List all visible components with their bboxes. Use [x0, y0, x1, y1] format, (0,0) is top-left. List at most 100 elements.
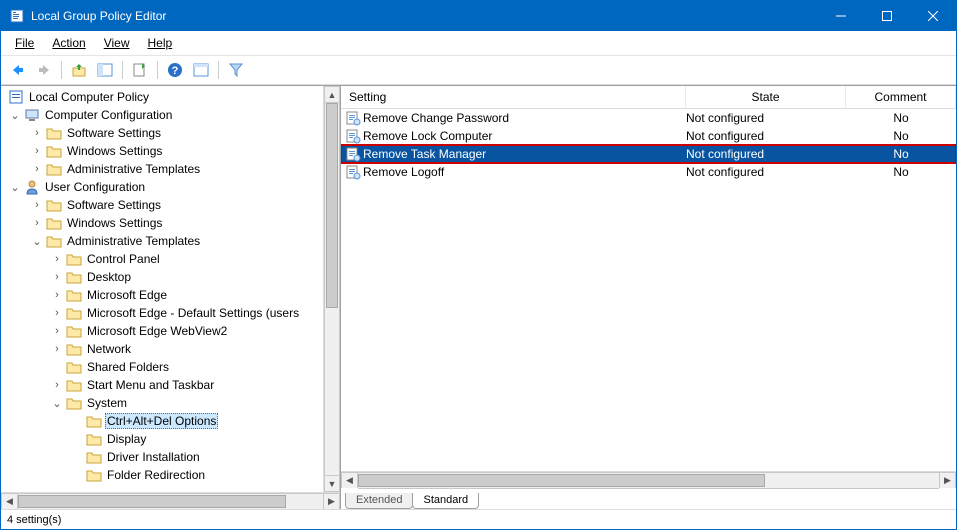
- tree-root[interactable]: Local Computer Policy: [1, 88, 323, 106]
- tree-label: Control Panel: [85, 252, 162, 266]
- tree-cc-software[interactable]: ›Software Settings: [1, 124, 323, 142]
- scroll-down-button[interactable]: ▼: [324, 475, 340, 492]
- scroll-thumb[interactable]: [358, 474, 765, 487]
- tree-horizontal-scrollbar[interactable]: ◀ ▶: [1, 492, 340, 509]
- expand-icon[interactable]: ›: [31, 145, 43, 157]
- list-row[interactable]: Remove Task ManagerNot configuredNo: [341, 145, 956, 163]
- tree-pane: Local Computer Policy ⌄ Computer Configu…: [1, 86, 341, 509]
- tree-label: Microsoft Edge: [85, 288, 169, 302]
- folder-icon: [66, 269, 82, 285]
- expand-icon[interactable]: ›: [31, 199, 43, 211]
- tree-system[interactable]: ⌄ System: [1, 394, 323, 412]
- toolbar-separator: [157, 61, 158, 79]
- filter-button[interactable]: [225, 59, 247, 81]
- list-row[interactable]: Remove Change PasswordNot configuredNo: [341, 109, 956, 127]
- scroll-track[interactable]: [324, 103, 340, 475]
- scroll-left-button[interactable]: ◀: [1, 493, 18, 510]
- tree-edge-default[interactable]: › Microsoft Edge - Default Settings (user…: [1, 304, 323, 322]
- list-body[interactable]: Remove Change PasswordNot configuredNoRe…: [341, 109, 956, 471]
- folder-icon: [86, 431, 102, 447]
- tree-network[interactable]: ›Network: [1, 340, 323, 358]
- properties-button[interactable]: [190, 59, 212, 81]
- tree-view[interactable]: Local Computer Policy ⌄ Computer Configu…: [1, 86, 323, 492]
- list-row[interactable]: Remove LogoffNot configuredNo: [341, 163, 956, 181]
- tree-uc-windows[interactable]: ›Windows Settings: [1, 214, 323, 232]
- menu-action[interactable]: Action: [44, 33, 93, 53]
- scroll-track[interactable]: [18, 493, 323, 510]
- folder-icon: [46, 125, 62, 141]
- scroll-left-button[interactable]: ◀: [341, 472, 358, 489]
- scroll-right-button[interactable]: ▶: [939, 472, 956, 489]
- expand-icon[interactable]: ›: [31, 217, 43, 229]
- setting-comment: No: [846, 147, 956, 161]
- tree-folder-redir[interactable]: Folder Redirection: [1, 466, 323, 484]
- tree-driver-install[interactable]: Driver Installation: [1, 448, 323, 466]
- status-text: 4 setting(s): [7, 514, 61, 526]
- window-title: Local Group Policy Editor: [31, 9, 818, 23]
- up-button[interactable]: [68, 59, 90, 81]
- tree-computer-config[interactable]: ⌄ Computer Configuration: [1, 106, 323, 124]
- setting-state: Not configured: [686, 129, 846, 143]
- tab-extended[interactable]: Extended: [345, 493, 413, 509]
- back-button[interactable]: [7, 59, 29, 81]
- menu-help[interactable]: Help: [140, 33, 181, 53]
- expand-icon[interactable]: ›: [51, 271, 63, 283]
- tree-uc-admin[interactable]: ⌄Administrative Templates: [1, 232, 323, 250]
- setting-name: Remove Logoff: [363, 165, 444, 179]
- expand-icon[interactable]: ›: [31, 127, 43, 139]
- expand-icon[interactable]: ›: [51, 253, 63, 265]
- tree-control-panel[interactable]: › Control Panel: [1, 250, 323, 268]
- list-pane: Setting State Comment Remove Change Pass…: [341, 86, 956, 509]
- tree-label: User Configuration: [43, 180, 147, 194]
- setting-name: Remove Task Manager: [363, 147, 486, 161]
- maximize-button[interactable]: [864, 1, 910, 31]
- tree-label: System: [85, 396, 129, 410]
- expand-icon[interactable]: ›: [51, 343, 63, 355]
- tree-start-taskbar[interactable]: ›Start Menu and Taskbar: [1, 376, 323, 394]
- collapse-icon[interactable]: ⌄: [31, 235, 43, 248]
- tree-ctrl-alt-del[interactable]: Ctrl+Alt+Del Options: [1, 412, 323, 430]
- collapse-icon[interactable]: ⌄: [51, 397, 63, 410]
- tree-label: Microsoft Edge - Default Settings (users: [85, 306, 301, 320]
- tree-display[interactable]: Display: [1, 430, 323, 448]
- tree-label: Computer Configuration: [43, 108, 174, 122]
- expand-icon[interactable]: ›: [51, 379, 63, 391]
- expand-icon[interactable]: ›: [51, 325, 63, 337]
- expand-icon[interactable]: ›: [51, 289, 63, 301]
- tree-edge-webview[interactable]: ›Microsoft Edge WebView2: [1, 322, 323, 340]
- scroll-track[interactable]: [358, 472, 939, 489]
- scroll-thumb[interactable]: [326, 103, 338, 308]
- forward-button[interactable]: [33, 59, 55, 81]
- expand-icon[interactable]: ›: [31, 163, 43, 175]
- help-button[interactable]: ?: [164, 59, 186, 81]
- minimize-button[interactable]: [818, 1, 864, 31]
- show-hide-tree-button[interactable]: [94, 59, 116, 81]
- tree-vertical-scrollbar[interactable]: ▲ ▼: [323, 86, 340, 492]
- scroll-thumb[interactable]: [18, 495, 286, 508]
- svg-text:?: ?: [172, 65, 179, 77]
- close-button[interactable]: [910, 1, 956, 31]
- folder-icon: [46, 161, 62, 177]
- tree-cc-admin[interactable]: ›Administrative Templates: [1, 160, 323, 178]
- scroll-right-button[interactable]: ▶: [323, 493, 340, 510]
- scroll-up-button[interactable]: ▲: [324, 86, 340, 103]
- column-header-comment[interactable]: Comment: [846, 86, 956, 108]
- expand-icon[interactable]: ›: [51, 307, 63, 319]
- menu-file[interactable]: File: [7, 33, 42, 53]
- column-header-state[interactable]: State: [686, 86, 846, 108]
- column-header-setting[interactable]: Setting: [341, 86, 686, 108]
- menu-view[interactable]: View: [96, 33, 138, 53]
- tree-user-config[interactable]: ⌄ User Configuration: [1, 178, 323, 196]
- collapse-icon[interactable]: ⌄: [9, 109, 21, 122]
- tree-uc-software[interactable]: ›Software Settings: [1, 196, 323, 214]
- tree-shared-folders[interactable]: Shared Folders: [1, 358, 323, 376]
- tree-desktop[interactable]: ›Desktop: [1, 268, 323, 286]
- refresh-button[interactable]: [129, 59, 151, 81]
- tree-edge[interactable]: › Microsoft Edge: [1, 286, 323, 304]
- tree-cc-windows[interactable]: ›Windows Settings: [1, 142, 323, 160]
- tab-standard[interactable]: Standard: [412, 493, 479, 509]
- collapse-icon[interactable]: ⌄: [9, 181, 21, 194]
- list-row[interactable]: Remove Lock ComputerNot configuredNo: [341, 127, 956, 145]
- list-horizontal-scrollbar[interactable]: ◀ ▶: [341, 471, 956, 488]
- tree-label: Local Computer Policy: [27, 90, 151, 104]
